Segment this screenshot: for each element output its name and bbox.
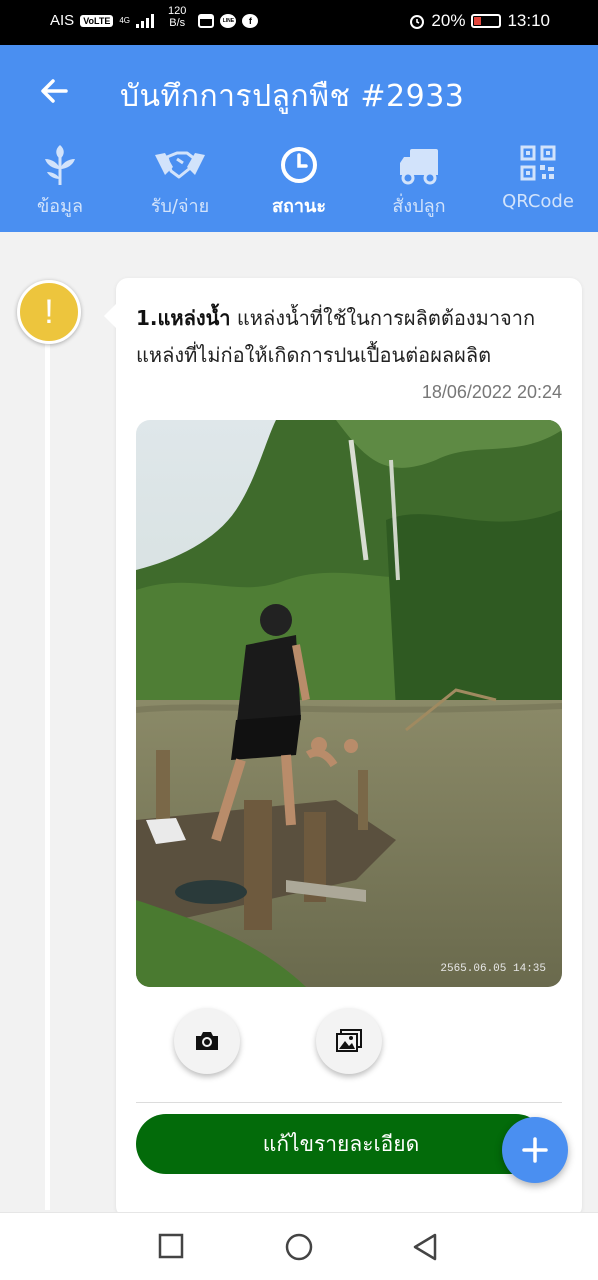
facebook-label: f <box>248 15 252 26</box>
plus-icon <box>522 1137 548 1163</box>
gallery-icon <box>336 1029 362 1052</box>
edit-details-button[interactable]: แก้ไขรายละเอียด <box>136 1114 546 1174</box>
system-nav-bar <box>0 1212 598 1280</box>
net-speed-value: 120 <box>168 4 187 17</box>
card-topic: 1.แหล่งน้ำ <box>136 306 231 330</box>
tab-bar: ข้อมูล รับ/จ่าย สถานะ สั่งปลูก QRCode <box>0 145 598 225</box>
record-photo[interactable]: 2565.06.05 14:35 <box>136 420 562 987</box>
status-left: AIS VoLTE 4G 120 B/s LINE f <box>50 5 259 29</box>
photo-timestamp: 2565.06.05 14:35 <box>440 963 546 975</box>
tab-status[interactable]: สถานะ <box>239 145 359 220</box>
timeline-line <box>45 330 50 1210</box>
back-arrow-icon <box>41 79 68 103</box>
tab-info[interactable]: ข้อมูล <box>0 145 120 220</box>
carrier-label: AIS <box>50 12 75 29</box>
tab-status-label: สถานะ <box>272 196 326 217</box>
signal-icon <box>136 13 155 28</box>
card-pointer <box>104 304 116 328</box>
network-type: 4G <box>119 16 131 25</box>
card-date: 18/06/2022 20:24 <box>421 382 562 402</box>
handshake-icon <box>155 151 205 179</box>
back-button[interactable] <box>36 73 72 109</box>
clock-time: 13:10 <box>507 11 550 30</box>
circle-icon <box>285 1233 313 1261</box>
battery-percent: 20% <box>431 11 466 30</box>
record-photo-image <box>136 420 562 987</box>
truck-icon <box>400 149 438 185</box>
gallery-button[interactable] <box>316 1008 382 1074</box>
tab-income-expense-label: รับ/จ่าย <box>150 196 210 217</box>
clock-icon <box>281 147 317 183</box>
home-button[interactable] <box>284 1232 314 1266</box>
net-speed-unit: B/s <box>169 16 186 29</box>
camera-button[interactable] <box>174 1008 240 1074</box>
alarm-icon <box>410 15 425 29</box>
tab-qrcode-label: QRCode <box>502 191 574 212</box>
tab-income-expense[interactable]: รับ/จ่าย <box>120 145 240 220</box>
recent-apps-button[interactable] <box>157 1232 185 1264</box>
card-divider <box>136 1102 562 1103</box>
line-app-icon: LINE <box>220 13 237 28</box>
tab-order-planting-label: สั่งปลูก <box>392 196 446 217</box>
tab-qrcode[interactable]: QRCode <box>478 145 598 212</box>
tab-order-planting[interactable]: สั่งปลูก <box>359 145 479 220</box>
card-description: 1.แหล่งน้ำ แหล่งน้ำที่ใช้ในการผลิตต้องมา… <box>136 300 566 374</box>
status-right: 20% 13:10 <box>409 11 550 31</box>
volte-badge: VoLTE <box>80 14 114 27</box>
line-app-label: LINE <box>222 17 235 24</box>
app-header: บันทึกการปลูกพืช #2933 ข้อมูล รับ/จ่าย ส… <box>0 45 598 232</box>
sprout-icon <box>45 145 75 185</box>
tab-info-label: ข้อมูล <box>36 196 83 217</box>
triangle-back-icon <box>413 1233 437 1261</box>
status-marker-symbol: ! <box>44 293 54 331</box>
battery-icon <box>471 14 502 28</box>
page-title: บันทึกการปลูกพืช #2933 <box>120 79 465 114</box>
facebook-icon: f <box>242 13 259 28</box>
qrcode-icon <box>520 145 556 181</box>
timeline-card: 1.แหล่งน้ำ แหล่งน้ำที่ใช้ในการผลิตต้องมา… <box>104 278 582 1218</box>
calendar-icon <box>198 13 215 28</box>
status-marker: ! <box>17 280 81 344</box>
camera-icon <box>196 1032 218 1050</box>
back-nav-button[interactable] <box>411 1232 439 1266</box>
add-record-button[interactable] <box>502 1117 568 1183</box>
square-icon <box>158 1233 184 1259</box>
net-speed: 120 B/s <box>168 5 186 29</box>
status-bar: AIS VoLTE 4G 120 B/s LINE f 20% 13:10 <box>0 0 598 45</box>
